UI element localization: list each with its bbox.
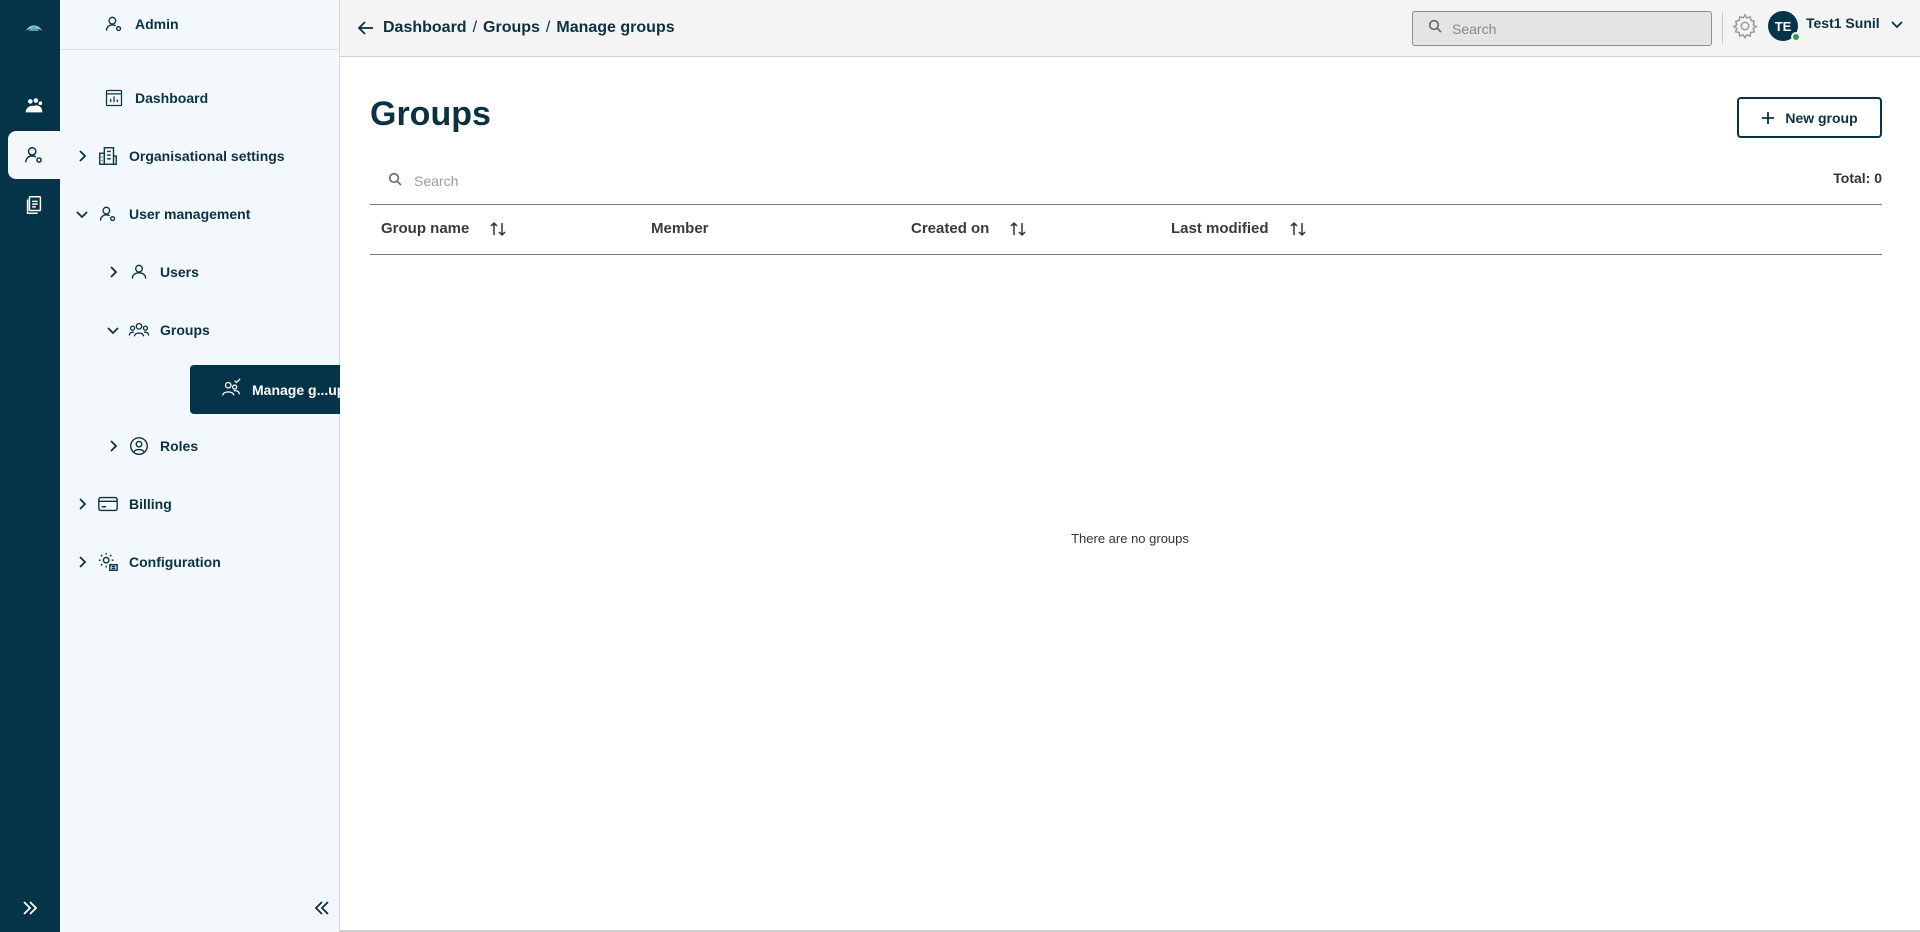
settings-gear-icon[interactable]	[1731, 12, 1759, 40]
global-search[interactable]	[1412, 11, 1712, 46]
sidebar-item-billing[interactable]: Billing	[73, 484, 172, 524]
empty-state-text: There are no groups	[1071, 531, 1189, 546]
sidebar-item-label: Organisational settings	[129, 148, 285, 164]
sidebar-item-label: Configuration	[129, 554, 221, 570]
people-group-icon[interactable]	[8, 82, 60, 130]
sort-arrows-icon[interactable]	[1009, 221, 1027, 237]
chevron-right-icon[interactable]	[73, 147, 91, 165]
admin-header: Admin	[97, 4, 179, 44]
column-created-on[interactable]: Created on	[911, 220, 1027, 237]
sidebar-item-configuration[interactable]: Configuration	[73, 542, 221, 582]
group-search[interactable]	[370, 163, 970, 199]
user-icon	[128, 261, 150, 283]
sort-arrows-icon[interactable]	[489, 221, 507, 237]
breadcrumb-dashboard[interactable]: Dashboard	[383, 19, 467, 36]
admin-user-icon	[97, 203, 119, 225]
search-icon	[1428, 19, 1442, 38]
top-bar: Dashboard/Groups/Manage groups TE Test1 …	[340, 0, 1920, 57]
user-name[interactable]: Test1 Sunil	[1806, 15, 1880, 31]
config-gear-icon	[97, 551, 119, 573]
breadcrumb-separator: /	[472, 19, 478, 36]
admin-user-icon	[103, 13, 125, 35]
sort-arrows-icon[interactable]	[1289, 221, 1307, 237]
total-count: Total: 0	[1833, 170, 1882, 186]
groups-icon	[128, 319, 150, 341]
online-status-badge	[1791, 32, 1801, 42]
column-last-modified[interactable]: Last modified	[1171, 220, 1307, 237]
column-label: Group name	[381, 220, 470, 237]
new-group-button[interactable]: New group	[1737, 97, 1882, 138]
breadcrumb-separator: /	[545, 19, 551, 36]
sidebar-item-user-management[interactable]: User management	[73, 194, 250, 234]
divider	[60, 49, 340, 50]
sidebar-item-manage-groups[interactable]: Manage g...ups	[190, 365, 361, 414]
global-search-input[interactable]	[1452, 20, 1692, 37]
group-search-input[interactable]	[414, 173, 914, 189]
collapse-nav-icon[interactable]	[308, 894, 336, 922]
column-label: Last modified	[1171, 220, 1269, 237]
plus-icon	[1761, 111, 1775, 125]
chevron-right-icon[interactable]	[104, 437, 122, 455]
column-label: Member	[651, 220, 709, 237]
sidebar-item-label: Roles	[160, 438, 199, 454]
sidebar-item-roles[interactable]: Roles	[104, 426, 198, 466]
column-group-name[interactable]: Group name	[381, 220, 507, 237]
breadcrumb-manage-groups: Manage groups	[556, 19, 675, 36]
sidebar-item-label: Users	[160, 264, 199, 280]
chevron-right-icon[interactable]	[73, 553, 91, 571]
sidebar-item-org-settings[interactable]: Organisational settings	[73, 136, 285, 176]
chevron-down-icon[interactable]	[1890, 17, 1904, 36]
side-navigation: Admin Dashboard Organisational settings	[60, 0, 361, 932]
sidebar-item-label: Dashboard	[135, 90, 209, 106]
sidebar-item-label: Manage g...ups	[252, 381, 354, 398]
breadcrumb-groups[interactable]: Groups	[483, 19, 540, 36]
documents-icon[interactable]	[8, 181, 60, 229]
credit-card-icon	[97, 493, 119, 515]
logo-icon[interactable]	[8, 5, 60, 53]
manage-groups-icon	[220, 377, 242, 402]
column-label: Created on	[911, 220, 990, 237]
building-icon	[97, 145, 119, 167]
chevron-down-icon[interactable]	[73, 205, 91, 223]
back-arrow-icon[interactable]	[356, 18, 376, 38]
chevron-right-icon[interactable]	[73, 495, 91, 513]
expand-rail-icon[interactable]	[18, 896, 42, 920]
search-icon	[388, 172, 402, 191]
dashboard-icon	[103, 87, 125, 109]
sidebar-item-label: Groups	[160, 322, 210, 338]
column-member: Member	[651, 220, 709, 237]
role-icon	[128, 435, 150, 457]
admin-user-icon[interactable]	[8, 131, 60, 179]
divider	[1722, 12, 1723, 44]
sidebar-item-label: Billing	[129, 496, 172, 512]
chevron-down-icon[interactable]	[104, 321, 122, 339]
table-header: Group name Member Created on Last modifi…	[370, 204, 1882, 255]
sidebar-item-dashboard[interactable]: Dashboard	[97, 78, 208, 118]
page-title: Groups	[370, 95, 491, 133]
main-content: Groups New group Total: 0 Group name Mem…	[340, 57, 1920, 932]
breadcrumb: Dashboard / Groups / Manage groups	[383, 19, 675, 37]
sidebar-item-users[interactable]: Users	[104, 252, 199, 292]
new-group-label: New group	[1785, 109, 1858, 126]
sidebar-item-label: User management	[129, 206, 251, 222]
sidebar-item-groups[interactable]: Groups	[104, 310, 210, 350]
icon-rail	[0, 0, 60, 932]
admin-label: Admin	[135, 16, 179, 32]
chevron-right-icon[interactable]	[104, 263, 122, 281]
app-root: Admin Dashboard Organisational settings	[0, 0, 1920, 932]
